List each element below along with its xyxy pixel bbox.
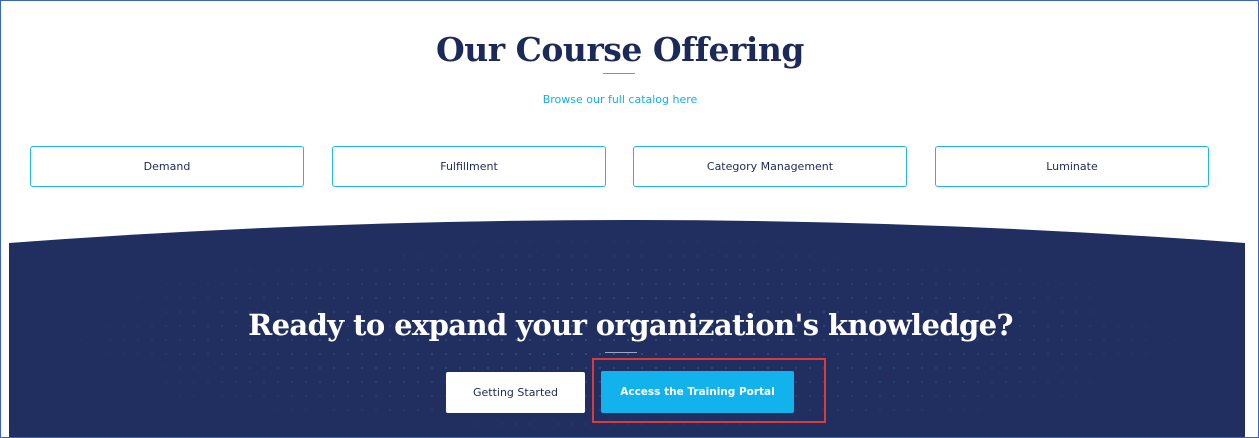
getting-started-button[interactable]: Getting Started [446,372,585,413]
browser-frame: Our Course Offering Browse our full cata… [0,0,1259,438]
course-button-fulfillment[interactable]: Fulfillment [332,146,606,187]
course-button-category-management[interactable]: Category Management [633,146,907,187]
title-divider [603,73,635,74]
cta-divider [605,352,637,353]
course-button-demand[interactable]: Demand [30,146,304,187]
page-title: Our Course Offering [436,30,804,69]
cta-heading: Ready to expand your organization's know… [248,308,1013,342]
access-training-portal-button[interactable]: Access the Training Portal [601,371,794,413]
course-button-luminate[interactable]: Luminate [935,146,1209,187]
browse-catalog-link[interactable]: Browse our full catalog here [2,93,1238,106]
